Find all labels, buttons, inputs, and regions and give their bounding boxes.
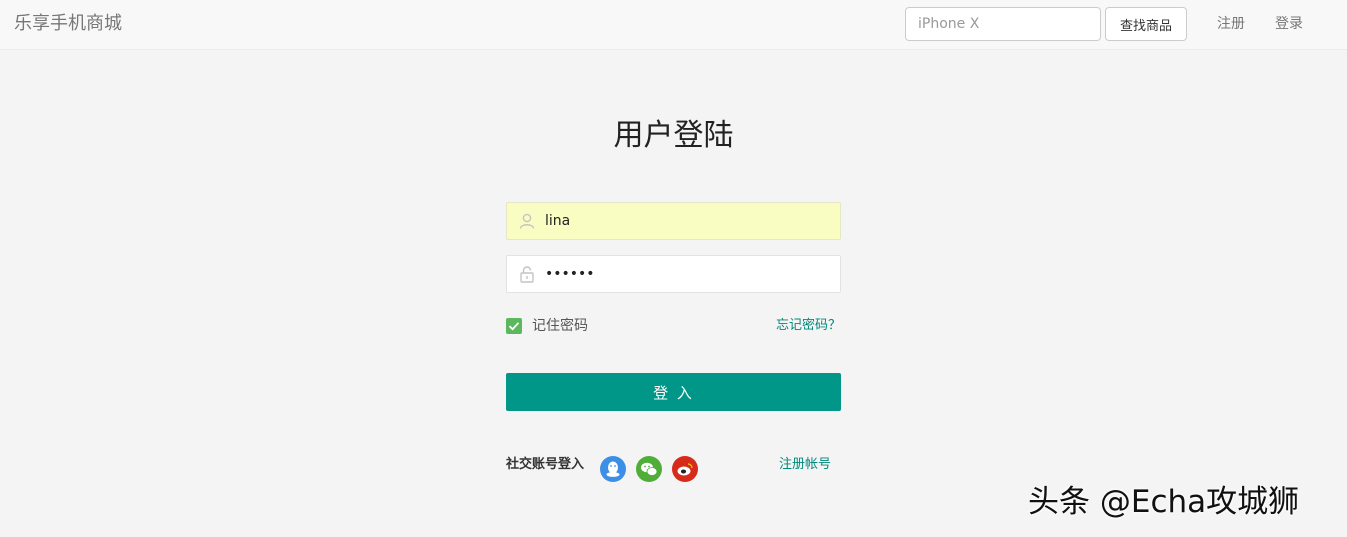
login-button[interactable]: 登 入 [506,373,841,411]
user-icon [518,212,536,230]
lock-icon [518,265,536,283]
navbar: 乐享手机商城 查找商品 注册 登录 [0,0,1347,50]
password-input[interactable] [545,256,835,292]
weibo-icon[interactable] [672,456,698,482]
brand-logo[interactable]: 乐享手机商城 [14,12,122,36]
register-account-link[interactable]: 注册帐号 [761,456,831,474]
wechat-icon[interactable] [636,456,662,482]
remember-checkbox[interactable] [506,318,522,334]
social-login-label: 社交账号登入 [506,457,585,472]
check-icon [508,322,520,331]
forgot-password-link[interactable]: 忘记密码？ [741,317,841,335]
password-field[interactable] [506,255,841,293]
username-input[interactable] [545,203,835,239]
nav-register-link[interactable]: 注册 [1217,15,1245,33]
qq-icon[interactable] [600,456,626,482]
page-title: 用户登陆 [613,118,734,153]
search-button[interactable]: 查找商品 [1105,7,1187,41]
search-input[interactable] [905,7,1101,41]
watermark: 头条 @Echa攻城狮 [1028,484,1300,520]
username-field[interactable] [506,202,841,240]
remember-label: 记住密码 [532,318,588,334]
nav-login-link[interactable]: 登录 [1275,15,1303,33]
